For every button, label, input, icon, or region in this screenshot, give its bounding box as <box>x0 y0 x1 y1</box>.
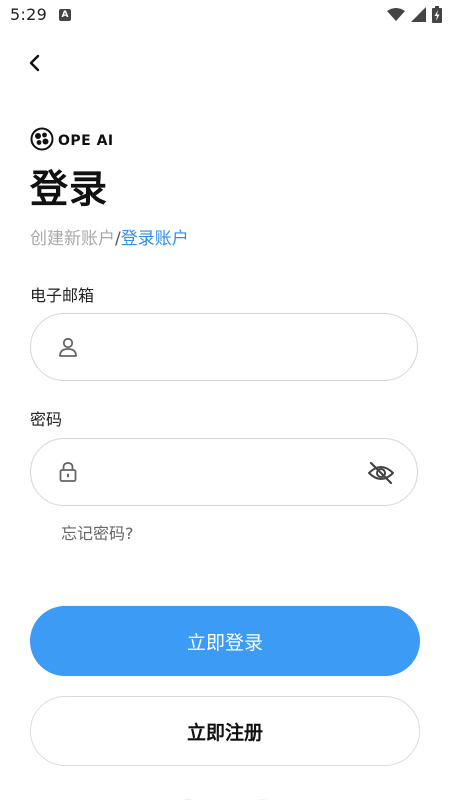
password-label: 密码 <box>30 410 63 429</box>
page-title: 登录 <box>30 167 109 211</box>
login-screen: 5:29 A OPE AI 登录 创建新账户/登录账户 电子邮箱 密码 忘记密码… <box>0 0 450 800</box>
status-bar: 5:29 A <box>0 0 450 32</box>
forgot-password-link[interactable]: 忘记密码? <box>61 520 134 544</box>
password-field[interactable] <box>30 438 418 506</box>
signal-icon <box>411 7 426 26</box>
email-label: 电子邮箱 <box>30 286 95 305</box>
auth-mode-links: 创建新账户/登录账户 <box>30 224 189 249</box>
user-icon <box>57 336 79 358</box>
login-button[interactable]: 立即登录 <box>30 606 420 676</box>
bottom-decoration <box>170 792 280 800</box>
chevron-left-icon <box>28 54 42 76</box>
brand-logo: OPE AI <box>30 127 114 155</box>
logo-mark-icon <box>30 127 54 155</box>
battery-charging-icon <box>432 6 442 27</box>
eye-off-icon[interactable] <box>367 460 395 486</box>
email-input[interactable] <box>95 332 353 364</box>
email-field[interactable] <box>30 313 418 381</box>
status-time: 5:29 <box>10 5 48 24</box>
back-button[interactable] <box>22 52 48 78</box>
lock-icon <box>57 461 79 483</box>
register-button[interactable]: 立即注册 <box>30 696 420 766</box>
create-account-link[interactable]: 创建新账户 <box>30 229 115 249</box>
logo-text: OPE AI <box>58 133 114 149</box>
status-icons <box>387 6 442 27</box>
login-account-link[interactable]: 登录账户 <box>121 229 189 249</box>
notification-a-icon: A <box>59 9 71 21</box>
wifi-icon <box>387 7 405 26</box>
password-input[interactable] <box>95 457 353 489</box>
